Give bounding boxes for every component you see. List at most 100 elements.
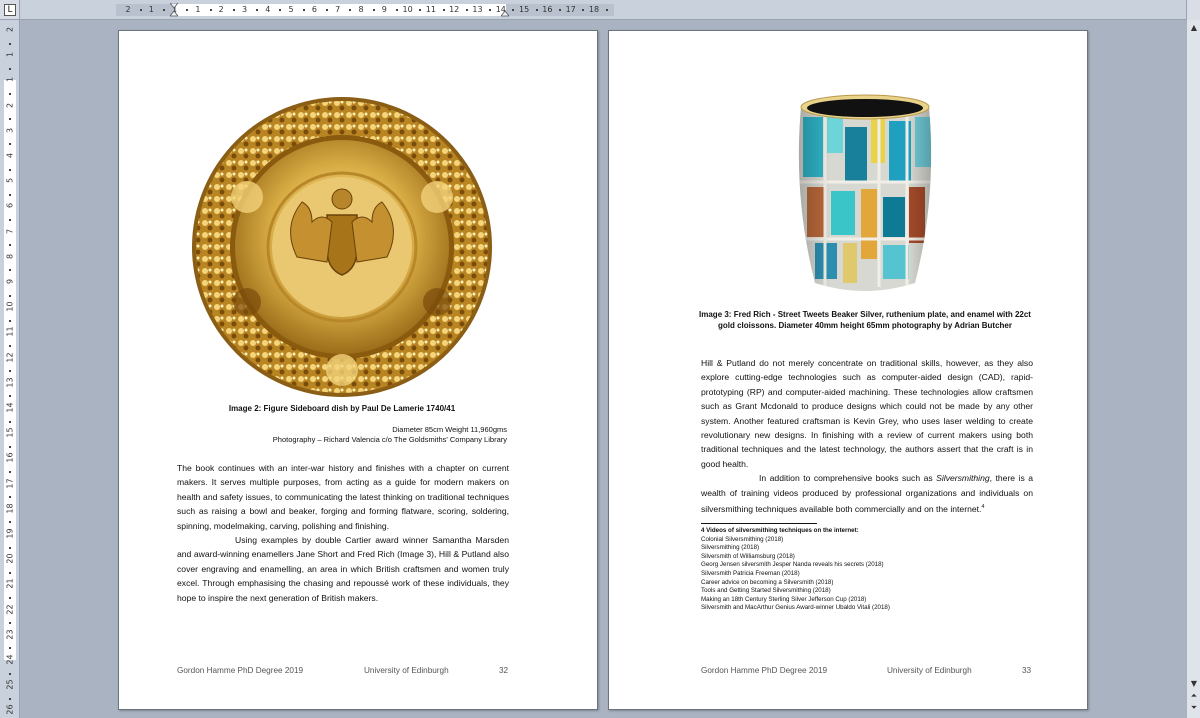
ruler-number: 1 (5, 77, 15, 83)
ruler-tick (9, 597, 11, 599)
ruler-number: 15 (519, 5, 530, 14)
previous-page-button[interactable]: ⏶ (1188, 690, 1200, 702)
footnotes[interactable]: 4 Videos of silversmithing techniques on… (701, 527, 1033, 613)
scroll-down-button[interactable]: ▼ (1188, 678, 1200, 690)
ruler-tick (9, 118, 11, 121)
image-2-dimensions: Diameter 85cm Weight 11,960gms (392, 425, 507, 434)
view-ruler-toggle[interactable] (1186, 0, 1200, 20)
ruler-number: 2 (218, 5, 224, 14)
ruler-number: 16 (542, 5, 553, 14)
ruler-tick (9, 471, 11, 473)
ruler-tick (9, 67, 11, 70)
page-32[interactable]: Image 2: Figure Sideboard dish by Paul D… (118, 30, 598, 710)
ruler-number: 11 (425, 5, 436, 14)
left-indent-marker[interactable] (170, 3, 178, 17)
footer-page-number: 32 (499, 666, 509, 675)
ruler-number: 10 (402, 5, 413, 14)
ruler-number: 4 (265, 5, 271, 14)
ruler-tick (9, 244, 11, 247)
footnote-separator (701, 523, 817, 524)
ruler-tick (9, 622, 11, 625)
footer-institution: University of Edinburgh (887, 666, 972, 675)
image-2-caption: Image 2: Figure Sideboard dish by Paul D… (228, 404, 456, 413)
footnote-reference[interactable]: 4 (981, 504, 984, 510)
ruler-number: 12 (449, 5, 460, 14)
ruler-tick (9, 345, 11, 347)
ruler-number: 8 (358, 5, 364, 14)
ruler-tick (279, 9, 282, 11)
ruler-number: 4 (5, 152, 15, 159)
ruler-tick (605, 9, 608, 11)
ruler-tick (395, 9, 398, 11)
ruler-tick (9, 93, 11, 95)
ruler-number: 3 (241, 5, 248, 14)
list-item: Silversmith Patricia Freeman (2018) (701, 569, 800, 577)
image-3-caption: Image 3: Fred Rich - Street Tweets Beake… (699, 310, 1031, 330)
list-item: Silversmith and MacArthur Genius Award-w… (701, 604, 890, 612)
next-page-button[interactable]: ⏷ (1188, 702, 1200, 714)
footnote-heading: 4 Videos of silversmithing techniques on… (701, 527, 859, 534)
ruler-tick (9, 193, 11, 196)
ruler-number: 11 (5, 326, 15, 337)
ruler-number: 9 (381, 5, 387, 14)
ruler-tick (9, 697, 11, 700)
list-item: Silversmithing (2018) (701, 544, 760, 552)
ruler-tick (186, 9, 189, 11)
ruler-tick (9, 521, 11, 524)
ruler-number: 20 (5, 553, 15, 564)
ruler-tick (419, 9, 422, 11)
ruler-number: 5 (5, 178, 15, 184)
page-32-body[interactable]: The book continues with an inter-war his… (177, 461, 509, 605)
horizontal-ruler[interactable]: 2 1 1 1 2 3 4 5 6 7 8 9 10 11 12 13 14 15 16 17 18 (20, 0, 1200, 20)
ruler-tick (9, 294, 11, 297)
ruler-corner: L (0, 0, 20, 20)
ruler-tick (9, 571, 11, 574)
paragraph[interactable]: The book continues with an inter-war his… (177, 461, 509, 533)
ruler-number: 5 (288, 5, 294, 14)
vertical-scrollbar[interactable]: ▲ ▼ ⏶ ⏷ (1186, 20, 1200, 718)
ruler-number: 24 (5, 654, 15, 665)
page-33[interactable]: Image 3: Fred Rich - Street Tweets Beake… (608, 30, 1088, 710)
ruler-tick (9, 420, 11, 423)
footer-author: Gordon Hamme PhD Degree 2019 (177, 666, 304, 675)
ruler-number: 14 (5, 402, 15, 413)
footer-author: Gordon Hamme PhD Degree 2019 (701, 666, 828, 675)
ruler-number: 18 (588, 5, 600, 14)
ruler-number: 2 (5, 102, 15, 108)
ruler-tick (9, 546, 11, 549)
ruler-tick (512, 9, 515, 11)
scroll-up-button[interactable]: ▲ (1188, 22, 1200, 34)
footer-institution: University of Edinburgh (364, 666, 449, 675)
paragraph[interactable]: In addition to comprehensive books such … (701, 471, 1033, 516)
right-indent-marker[interactable] (501, 3, 509, 17)
ruler-tick (349, 9, 352, 11)
ruler-tick (535, 9, 538, 11)
list-item: Georg Jensen silversmith Jesper Nanda re… (701, 561, 884, 569)
ruler-number: 7 (5, 228, 15, 234)
ruler-tick (9, 370, 11, 373)
ruler-tick (489, 9, 492, 11)
ruler-number: 19 (5, 528, 15, 539)
list-item: Silversmith of Williamsburg (2018) (701, 552, 795, 560)
ruler-tick (139, 9, 142, 11)
footer-page-number: 33 (1022, 666, 1032, 675)
ruler-number: 15 (5, 427, 15, 438)
list-item: Tools and Getting Started Silversmithing… (701, 587, 831, 595)
page-33-body[interactable]: Hill & Putland do not merely concentrate… (701, 356, 1033, 516)
paragraph[interactable]: Using examples by double Cartier award w… (177, 533, 509, 605)
ruler-tick (559, 9, 562, 11)
ruler-number: 6 (311, 5, 317, 14)
ruler-tick (162, 9, 165, 11)
street-tweets-beaker-image (779, 87, 951, 303)
ruler-tick (9, 319, 11, 322)
ruler-tick (582, 9, 585, 11)
ruler-number: 16 (5, 452, 15, 463)
vertical-ruler[interactable]: 2 1 1 2 3 4 5 6 7 8 9 10 11 12 13 14 15 16 17 18 19 20 21 22 23 2… (0, 20, 20, 718)
tab-selector-button[interactable]: L (4, 4, 16, 16)
ruler-tick (302, 9, 305, 11)
paragraph[interactable]: Hill & Putland do not merely concentrate… (701, 356, 1033, 471)
ruler-tick (232, 9, 235, 11)
ruler-number: 21 (5, 578, 15, 589)
ruler-number: 25 (5, 679, 15, 690)
ruler-tick (9, 445, 11, 448)
